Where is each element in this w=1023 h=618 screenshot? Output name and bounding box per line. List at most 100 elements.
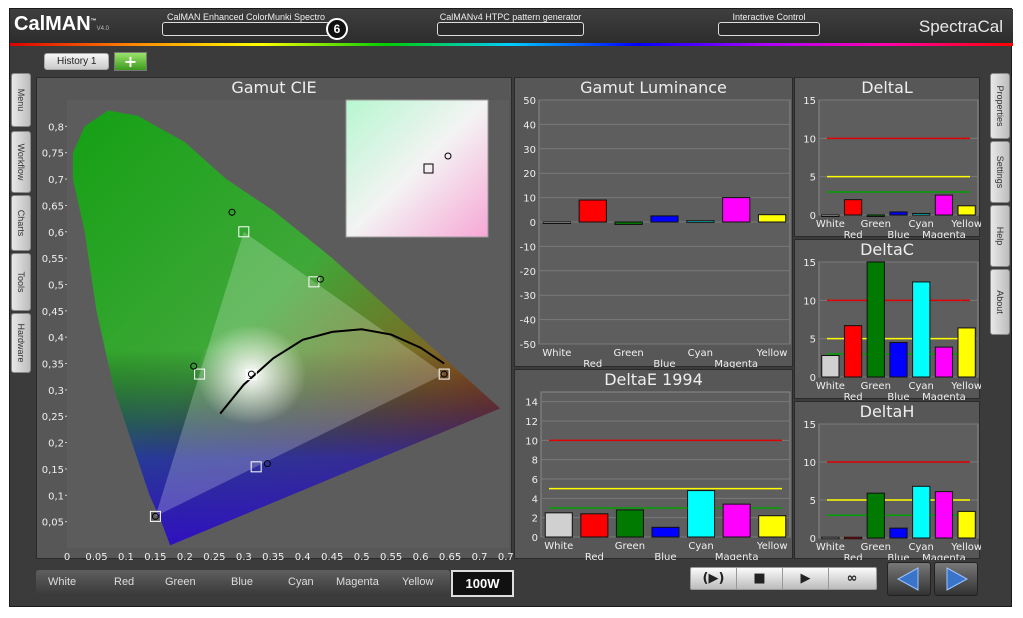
tab-help[interactable]: Help [990,205,1010,267]
bar [686,220,715,223]
plot-area [540,391,791,538]
tab-workflow[interactable]: Workflow [11,131,31,193]
category-label: Red [583,359,602,368]
generator-device[interactable]: CalMANv4 HTPC pattern generator [437,12,584,36]
control-device[interactable]: Interactive Control [718,12,820,36]
y-tick-label: 30 [523,145,536,156]
loop-button[interactable]: ∞ [829,568,875,589]
tab-tools[interactable]: Tools [11,253,31,311]
bar [687,490,716,538]
y-tick-label: 0,6 [48,228,64,239]
category-label: Blue [654,552,676,560]
brand-logo: SpectraCal [918,17,1003,36]
y-tick-label: 50 [523,96,536,107]
bar [651,526,680,538]
y-tick-label: 0,65 [42,201,64,212]
level-button-100w[interactable]: 100W [451,570,514,597]
play-button[interactable]: ▶ [783,568,829,589]
bar [542,221,572,224]
y-tick-label: 0,1 [48,491,64,502]
bar [615,509,644,538]
meter-selector[interactable] [162,22,330,36]
category-label: Magenta [715,552,759,560]
deltae-chart: 0 2 4 6 8 10 12 14 White Red Green Blue CyanMagentaY… [525,391,791,560]
x-tick-label: 0,65 [439,552,461,560]
category-label: White [816,219,845,230]
bar [580,513,609,538]
stop-button[interactable]: ■ [737,568,783,589]
bar [757,214,787,223]
bar [544,512,573,538]
y-tick-label: 0,05 [42,518,64,529]
category-label: Yellow [950,219,981,230]
gamut-luminance-chart: -50 -40 -30 -20 -10 0 10 20 30 40 50 White Red Green B… [520,96,791,368]
category-label: Red [844,230,863,238]
y-tick-label: 5 [810,335,816,346]
x-tick-label: 0,25 [203,552,225,560]
x-tick-label: 0,75 [498,552,513,560]
x-tick-label: 0,15 [144,552,166,560]
patch-yellow[interactable]: Yellow [402,576,433,588]
x-tick-label: 0,45 [321,552,343,560]
category-label: Blue [887,230,909,238]
tab-properties[interactable]: Properties [990,73,1010,139]
category-label: Cyan [688,541,713,552]
bar [821,536,840,540]
patch-green[interactable]: Green [165,576,196,588]
deltal-chart: 051015WhiteRedGreenBlueCyanMagentaYellow [803,96,981,238]
bar [843,199,863,216]
prev-button[interactable] [887,562,931,596]
y-tick-label: 0,75 [42,149,64,160]
y-tick-label: 14 [525,398,538,409]
cycle-button[interactable]: (▶) [691,568,737,589]
history-tab[interactable]: History 1 [44,53,110,70]
meter-device[interactable]: CalMAN Enhanced ColorMunki Spectro [162,12,330,36]
bar [614,221,643,225]
patch-cyan[interactable]: Cyan [288,576,314,588]
category-label: Green [861,542,891,553]
tab-about[interactable]: About [990,269,1010,335]
y-tick-label: -40 [520,316,536,327]
patch-red[interactable]: Red [114,576,134,588]
bar [722,197,751,223]
patch-white[interactable]: White [48,576,76,588]
x-tick-label: 0,6 [413,552,429,560]
tab-hardware[interactable]: Hardware [11,313,31,373]
y-tick-label: 0,15 [42,465,64,476]
category-label: Green [615,541,645,552]
category-label: Red [844,553,863,560]
y-tick-label: -50 [520,340,536,351]
generator-selector[interactable] [437,22,584,36]
control-selector[interactable] [718,22,820,36]
patch-blue[interactable]: Blue [231,576,253,588]
bar [934,194,954,216]
bar [889,527,908,539]
meter-label: CalMAN Enhanced ColorMunki Spectro [166,12,326,22]
y-tick-label: 2 [532,514,538,525]
plot-area [818,99,979,216]
category-label: White [816,381,845,392]
deltah-chart: 051015WhiteRedGreenBlueCyanMagentaYellow [803,420,981,560]
bar [650,215,679,223]
next-button[interactable] [934,562,978,596]
patch-selector-bar: White Red Green Blue Cyan Magenta Yellow [36,570,450,595]
deltah-panel: DeltaH 0 5 10 15 White Red Green Blue Cyan Magent… [794,401,981,560]
tab-settings[interactable]: Settings [990,141,1010,203]
add-history-button[interactable]: + [114,52,147,71]
deltal-panel: DeltaL 0 5 10 15 White Red Green Blue Cyan Magent… [794,77,981,238]
bar [889,211,908,216]
gamut-cie-chart: 0,05 0,1 0,15 0,2 0,25 0,3 0,35 0,4 0,45 0,5 0,55 0… [42,99,513,560]
tab-charts[interactable]: Charts [11,195,31,251]
x-tick-label: 0 [64,552,70,560]
app-window: CalMAN™V4.0 CalMAN Enhanced ColorMunki S… [9,8,1013,607]
patch-magenta[interactable]: Magenta [336,576,379,588]
y-tick-label: 0,8 [48,122,64,133]
category-label: Cyan [909,219,934,230]
y-tick-label: 0,2 [48,439,64,450]
y-tick-label: 5 [810,496,816,507]
x-tick-label: 0,2 [177,552,193,560]
category-label: Green [861,219,891,230]
tab-menu[interactable]: Menu [11,73,31,127]
control-label: Interactive Control [732,12,806,22]
y-tick-label: 10 [803,458,816,469]
